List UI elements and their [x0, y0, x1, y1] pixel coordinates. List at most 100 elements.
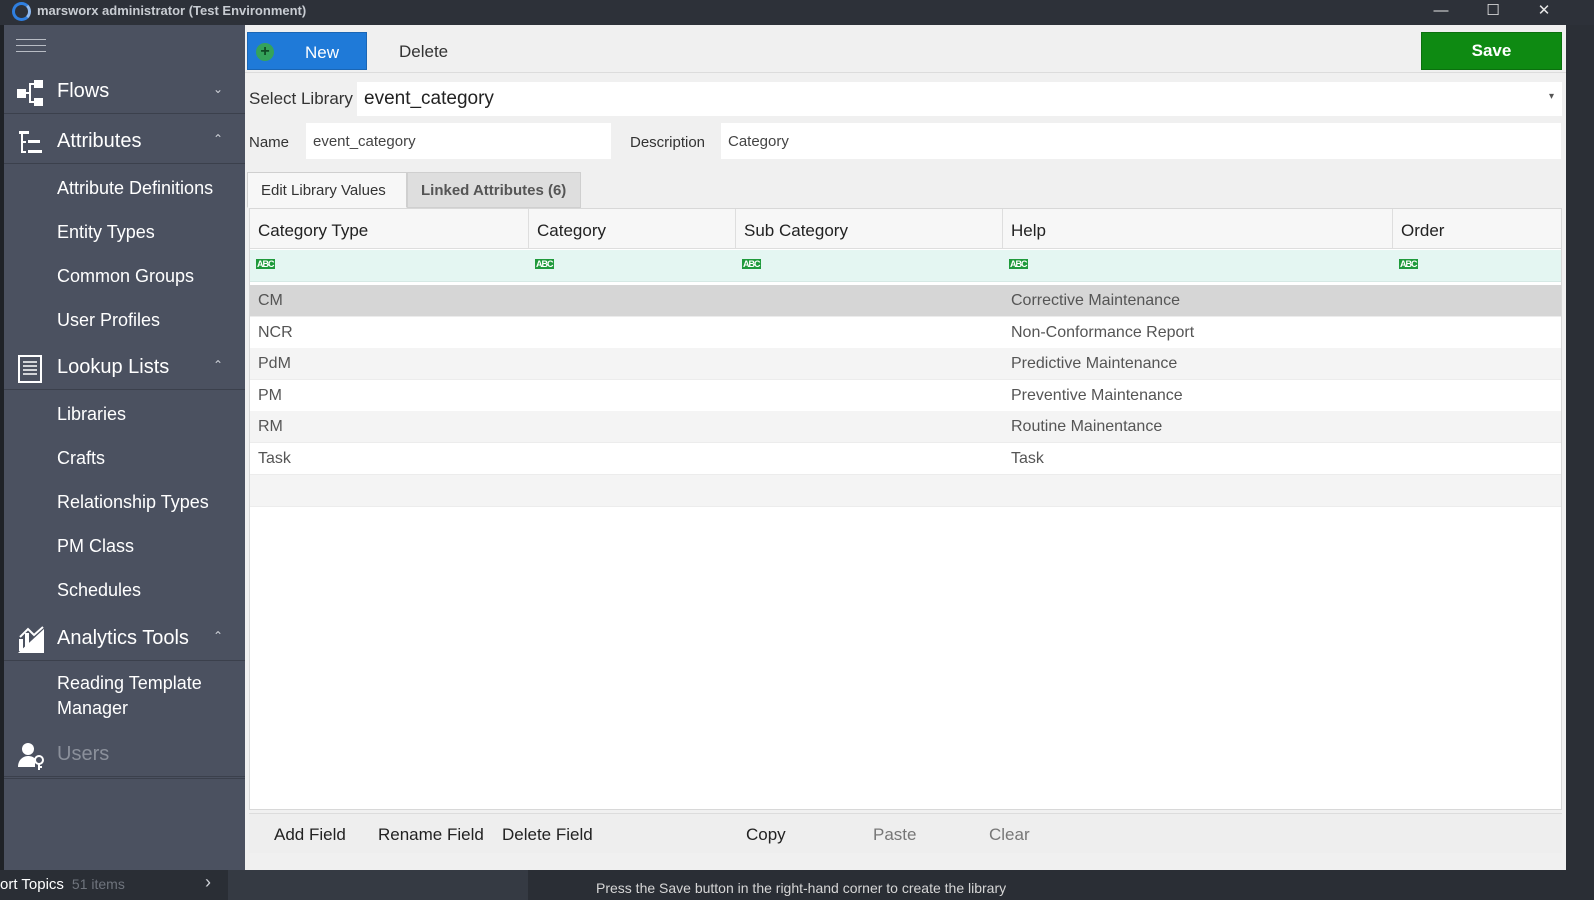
window-title: marsworx administrator (Test Environment… — [37, 3, 307, 18]
cell-help: Non-Conformance Report — [1011, 324, 1195, 341]
grid-actions-bar: Add Field Rename Field Delete Field Copy… — [249, 813, 1562, 853]
chevron-down-icon: ⌄ — [212, 82, 223, 96]
description-input[interactable]: Category — [721, 123, 1561, 159]
delete-button[interactable]: Delete — [399, 42, 448, 62]
chevron-right-icon[interactable]: › — [205, 872, 211, 893]
cell-help: Corrective Maintenance — [1011, 292, 1180, 309]
table-row[interactable]: PdM Predictive Maintenance — [250, 348, 1561, 380]
list-icon — [18, 355, 42, 383]
sidebar-item-attribute-definitions[interactable]: Attribute Definitions — [57, 178, 213, 199]
cell-category-type: PM — [258, 387, 282, 404]
save-button[interactable]: Save — [1421, 32, 1562, 70]
sidebar-section-users[interactable]: Users — [4, 731, 245, 777]
table-row-empty[interactable] — [250, 475, 1561, 507]
sidebar-section-label: Users — [57, 743, 110, 765]
sidebar-section-flows[interactable]: Flows ⌄ — [4, 68, 245, 114]
grid-header: Category Type Category Sub Category Help… — [250, 209, 1561, 249]
table-row[interactable]: RM Routine Mainentance — [250, 411, 1561, 443]
column-header-order[interactable]: Order — [1393, 209, 1561, 249]
background-app-footer: ort Topics 51 items › Press the Save butt… — [0, 870, 1594, 900]
library-select[interactable]: event_category ▾ — [357, 82, 1562, 116]
column-header-category[interactable]: Category — [529, 209, 736, 249]
sidebar-section-label: Analytics Tools — [57, 627, 189, 649]
cell-help: Preventive Maintenance — [1011, 387, 1183, 404]
new-button-label: New — [305, 43, 340, 62]
name-input[interactable]: event_category — [306, 123, 611, 159]
delete-field-button[interactable]: Delete Field — [502, 825, 593, 845]
minimize-button[interactable]: — — [1418, 0, 1464, 25]
sidebar-item-crafts[interactable]: Crafts — [57, 448, 105, 469]
tab-edit-library-values[interactable]: Edit Library Values — [247, 172, 407, 208]
library-select-value: event_category — [364, 88, 494, 109]
text-filter-icon[interactable]: ABC — [1399, 259, 1418, 269]
table-row[interactable]: CM Corrective Maintenance — [250, 285, 1561, 317]
cell-help: Task — [1011, 450, 1044, 467]
chevron-up-icon: ⌃ — [212, 132, 223, 146]
sidebar-item-reading-template-manager[interactable]: Reading Template Manager — [57, 671, 237, 721]
column-header-sub-category[interactable]: Sub Category — [736, 209, 1003, 249]
hint-text: Press the Save button in the right-hand … — [596, 880, 1007, 896]
app-logo-icon — [12, 2, 31, 21]
maximize-button[interactable]: ☐ — [1470, 0, 1516, 25]
chevron-up-icon: ⌃ — [212, 629, 223, 643]
cell-category-type: Task — [258, 450, 291, 467]
topics-label[interactable]: ort Topics 51 items — [0, 876, 125, 893]
text-filter-icon[interactable]: ABC — [256, 259, 275, 269]
chevron-down-icon: ▾ — [1548, 91, 1554, 102]
chevron-up-icon: ⌃ — [212, 358, 223, 372]
sidebar-divider — [4, 778, 245, 779]
library-values-grid: Category Type Category Sub Category Help… — [249, 208, 1562, 810]
add-circle-icon: + — [256, 43, 274, 61]
sidebar-item-libraries[interactable]: Libraries — [57, 404, 126, 425]
cell-help: Routine Mainentance — [1011, 418, 1163, 435]
tab-linked-attributes[interactable]: Linked Attributes (6) — [407, 172, 581, 208]
rename-field-button[interactable]: Rename Field — [378, 825, 484, 845]
table-row[interactable]: Task Task — [250, 443, 1561, 475]
text-filter-icon[interactable]: ABC — [535, 259, 554, 269]
sidebar-section-label: Attributes — [57, 130, 142, 152]
topics-count: 51 items — [71, 876, 125, 892]
new-button[interactable]: + New — [247, 32, 367, 70]
sidebar-item-schedules[interactable]: Schedules — [57, 580, 141, 601]
sidebar-item-pm-class[interactable]: PM Class — [57, 536, 134, 557]
column-header-category-type[interactable]: Category Type — [250, 209, 529, 249]
sidebar-item-user-profiles[interactable]: User Profiles — [57, 310, 160, 331]
table-row[interactable]: NCR Non-Conformance Report — [250, 317, 1561, 349]
grid-filter-row: ABC ABC ABC ABC ABC — [250, 250, 1561, 282]
description-label: Description — [630, 134, 706, 151]
cell-help: Predictive Maintenance — [1011, 355, 1178, 372]
sidebar-item-common-groups[interactable]: Common Groups — [57, 266, 194, 287]
paste-button[interactable]: Paste — [873, 825, 916, 845]
close-button[interactable]: ✕ — [1521, 0, 1567, 25]
sidebar-item-relationship-types[interactable]: Relationship Types — [57, 492, 209, 513]
background-panel — [228, 870, 528, 900]
select-library-label: Select Library — [249, 89, 353, 108]
cell-category-type: CM — [258, 292, 283, 309]
add-field-button[interactable]: Add Field — [274, 825, 346, 845]
name-input-value: event_category — [313, 133, 416, 150]
copy-button[interactable]: Copy — [746, 825, 786, 845]
analytics-chart-icon — [18, 626, 44, 653]
clear-button[interactable]: Clear — [989, 825, 1030, 845]
name-label: Name — [249, 134, 290, 151]
table-row[interactable]: PM Preventive Maintenance — [250, 380, 1561, 412]
sidebar-section-lookup-lists[interactable]: Lookup Lists ⌃ — [4, 344, 245, 390]
column-header-help[interactable]: Help — [1003, 209, 1393, 249]
text-filter-icon[interactable]: ABC — [1009, 259, 1028, 269]
sidebar-section-attributes[interactable]: Attributes ⌃ — [4, 118, 245, 164]
sidebar: Flows ⌄ Attributes ⌃ Attribute Definitio… — [4, 25, 245, 885]
text-filter-icon[interactable]: ABC — [742, 259, 761, 269]
flows-icon — [17, 80, 43, 106]
sidebar-item-entity-types[interactable]: Entity Types — [57, 222, 155, 243]
cell-category-type: RM — [258, 418, 283, 435]
main-panel: + New Delete Save Select Library event_c… — [245, 25, 1566, 870]
cell-category-type: NCR — [258, 324, 293, 341]
cell-category-type: PdM — [258, 355, 291, 372]
toolbar: + New Delete Save — [245, 25, 1566, 73]
sidebar-section-label: Flows — [57, 80, 110, 102]
sidebar-section-label: Lookup Lists — [57, 356, 170, 378]
hamburger-menu-icon[interactable] — [16, 39, 46, 55]
description-input-value: Category — [728, 133, 789, 150]
attributes-tree-icon — [19, 131, 42, 153]
sidebar-section-analytics-tools[interactable]: Analytics Tools ⌃ — [4, 615, 245, 661]
